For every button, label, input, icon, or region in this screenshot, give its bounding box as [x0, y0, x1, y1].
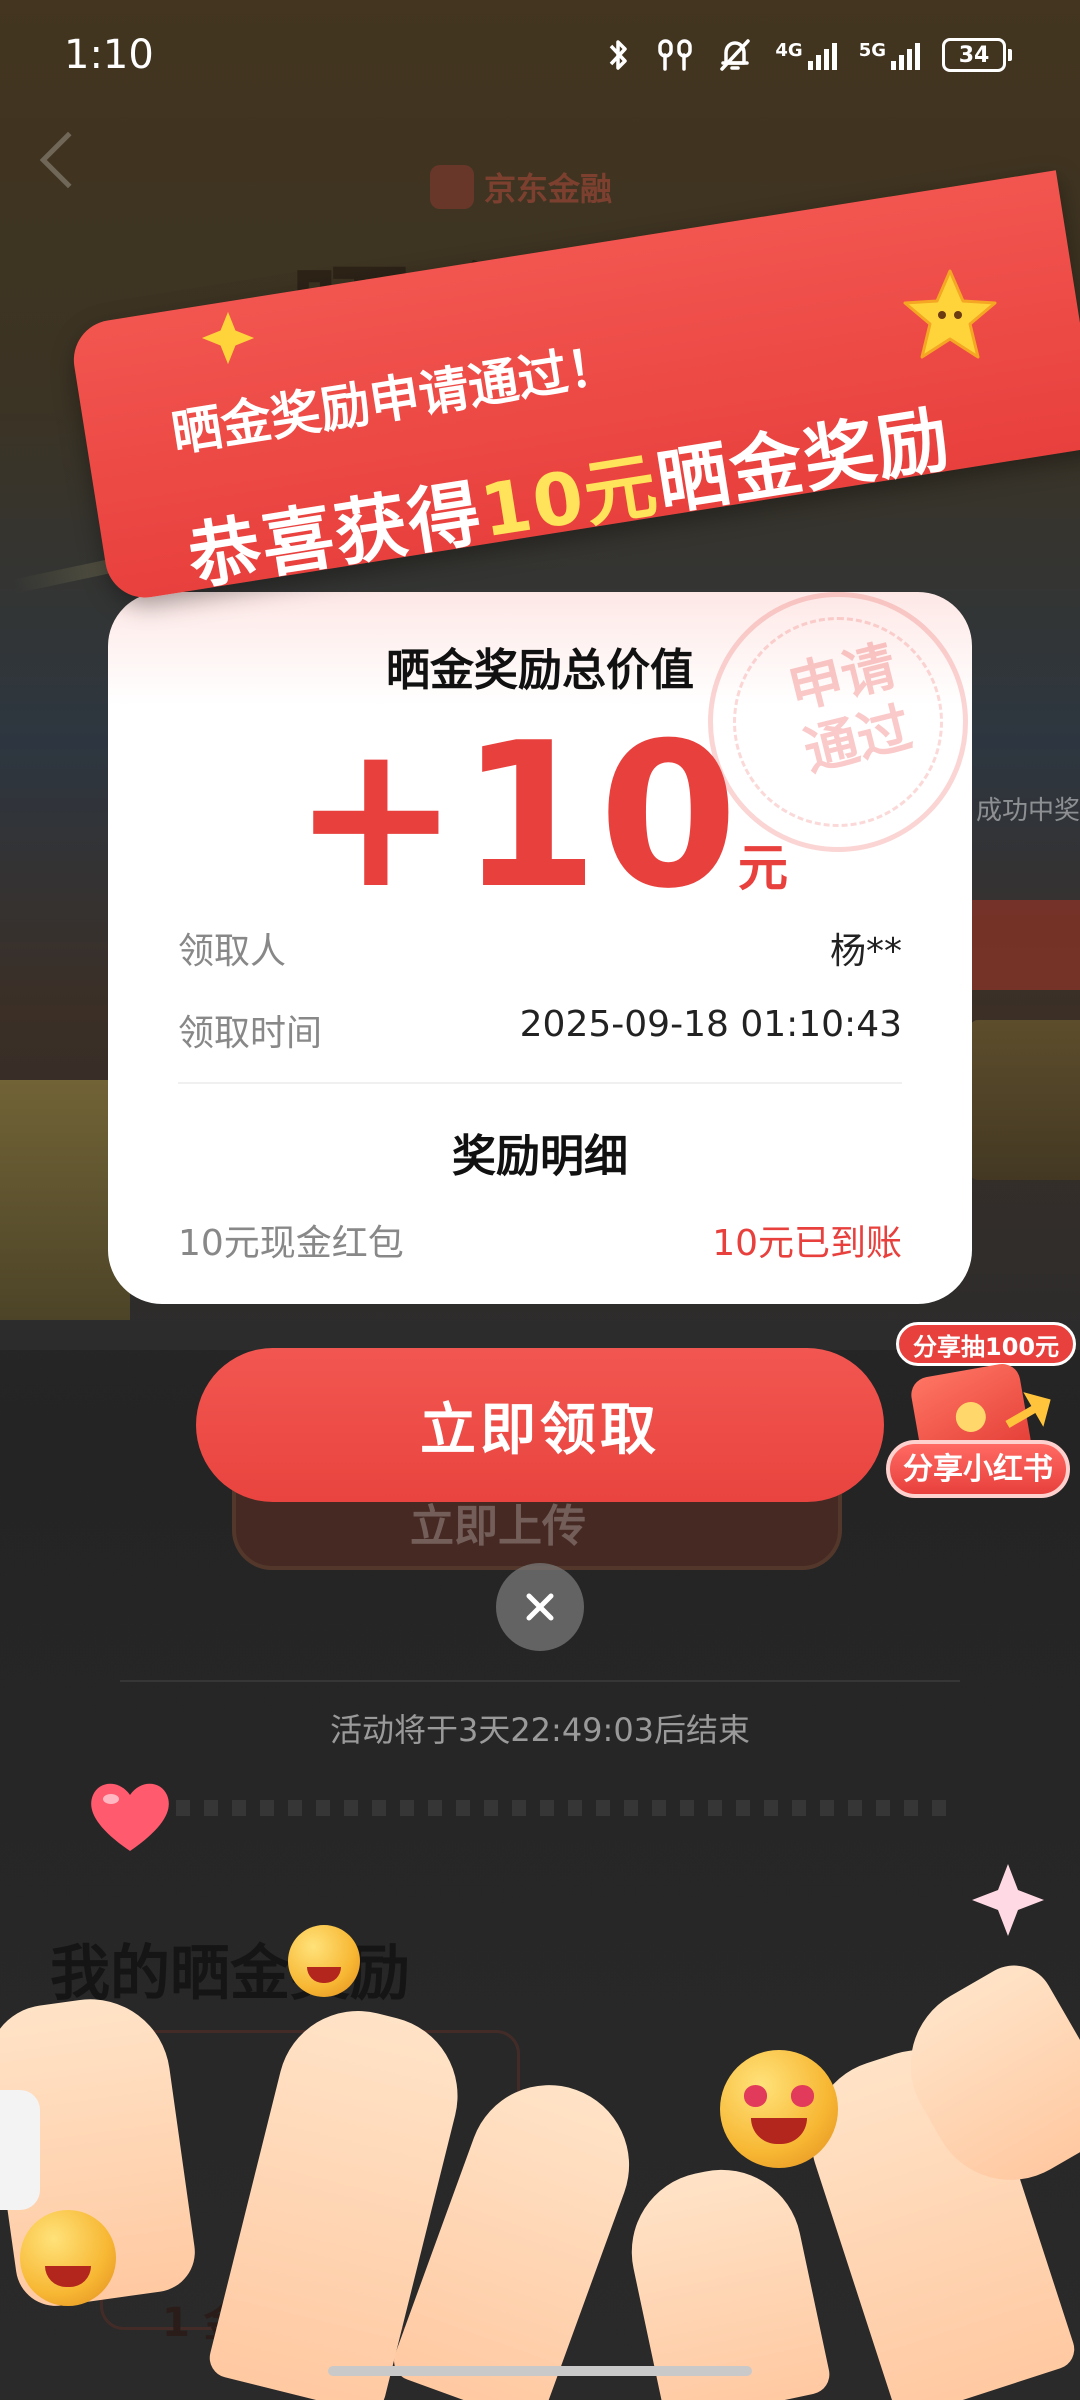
banner-amount-highlight: 10元: [475, 442, 665, 554]
status-time: 1:10: [64, 32, 154, 78]
status-icons: 4G 5G 34: [603, 37, 1012, 73]
close-button[interactable]: [496, 1563, 584, 1651]
recipient-row: 领取人 杨**: [178, 922, 902, 974]
heart-eyes-emoji-icon: [720, 2050, 838, 2168]
claim-time-row: 领取时间 2025-09-18 01:10:43: [178, 1004, 902, 1056]
background-red-band: [970, 900, 1080, 990]
mute-bell-icon: [720, 39, 751, 71]
reward-detail-row: 10元现金红包 10元已到账: [178, 1214, 902, 1266]
status-bar: 1:10 4G 5G 34: [0, 0, 1080, 110]
reward-total-title: 晒金奖励总价值: [386, 645, 694, 696]
gesture-nav-handle[interactable]: [328, 2366, 752, 2376]
recipient-value: 杨**: [829, 931, 902, 972]
claim-now-button[interactable]: 立即领取: [196, 1348, 884, 1502]
reward-amount-value: +10: [292, 700, 738, 933]
share-xiaohongshu-widget[interactable]: 分享抽100元 分享小红书: [886, 1322, 1077, 1502]
logo-mark-icon: [430, 165, 474, 209]
reward-amount: +10元: [108, 717, 972, 917]
share-label: 分享小红书: [886, 1440, 1070, 1498]
network-4g-label: 4G: [775, 40, 803, 61]
laughing-emoji-icon: [288, 1925, 360, 1997]
activity-countdown: 活动将于3天22:49:03后结束: [329, 1711, 751, 1749]
claim-time-value: 2025-09-18 01:10:43: [519, 1004, 902, 1045]
close-icon: [526, 1593, 554, 1621]
smiling-emoji-icon: [20, 2210, 116, 2306]
earbuds-icon: [658, 39, 693, 71]
jd-finance-logo: 京东金融: [430, 165, 612, 209]
logo-text: 京东金融: [484, 170, 613, 208]
card-divider: [178, 1082, 902, 1084]
reward-details-title: 奖励明细: [452, 1131, 628, 1182]
reward-detail-item: 10元现金红包: [178, 1223, 404, 1264]
signal-4g-icon: 4G: [775, 40, 837, 70]
background-side-hint: 成功中奖: [975, 796, 1080, 826]
claim-time-label: 领取时间: [178, 1013, 323, 1054]
sparkle-icon: [972, 1864, 1044, 1936]
reward-detail-status: 10元已到账: [712, 1223, 902, 1264]
bluetooth-icon: [610, 40, 628, 70]
sleeve-decoration: [0, 2090, 40, 2210]
reward-amount-unit: 元: [737, 839, 788, 897]
heart-icon: [91, 1783, 169, 1851]
reward-card: 申请 通过 晒金奖励总价值 +10元 领取人 杨** 领取时间 2025-09-…: [108, 592, 972, 1304]
background-divider: [120, 1680, 960, 1682]
sparkle-icon: [201, 311, 255, 365]
battery-icon: 34: [942, 38, 1012, 72]
share-lottery-badge: 分享抽100元: [896, 1322, 1077, 1366]
battery-level: 34: [942, 38, 1006, 72]
approval-banner: 晒金奖励申请通过！ 恭喜获得10元晒金奖励: [11, 170, 1080, 625]
background-gold-bars: [970, 1020, 1080, 1180]
recipient-label: 领取人: [178, 931, 287, 972]
background-zigzag-edge: [120, 1800, 960, 1816]
star-icon: [903, 269, 997, 359]
signal-5g-icon: 5G: [859, 40, 920, 70]
network-5g-label: 5G: [858, 40, 886, 61]
